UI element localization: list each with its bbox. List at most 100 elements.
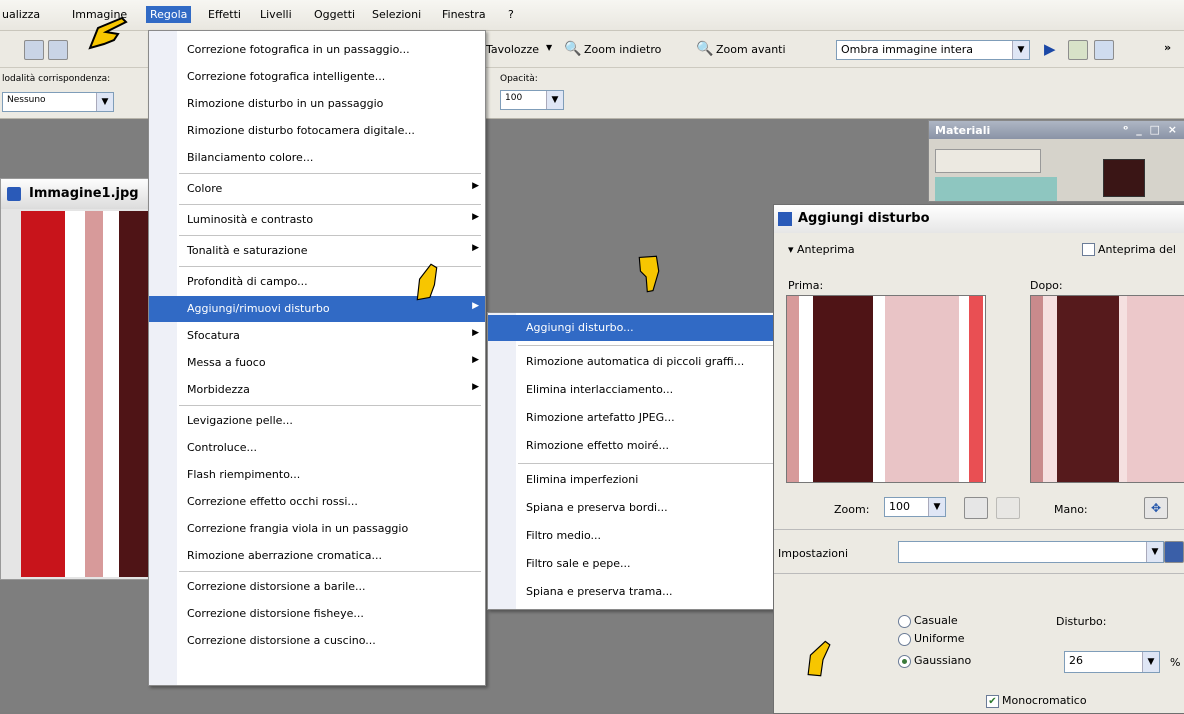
regola-menu-item[interactable]: Correzione fotografica intelligente... [149,64,485,90]
after-label: Dopo: [1030,279,1063,292]
regola-menu-item[interactable]: Correzione distorsione a cuscino... [149,628,485,654]
regola-menu-item[interactable]: Morbidezza ▶ [149,377,485,403]
materials-titlebar[interactable]: Materiali ᵒ _ □ × [929,121,1184,139]
noise-label: Disturbo: [1056,615,1107,628]
menu-item-label: Controluce... [187,441,258,454]
preview-on-image-label: Anteprima del [1098,243,1176,256]
noise-menu-item[interactable]: Spiana e preserva trama... [488,579,778,605]
menu-visualizza[interactable]: ualizza [2,8,40,21]
zoom-fit-icon[interactable] [964,497,988,519]
regola-menu-item[interactable]: Rimozione disturbo fotocamera digitale..… [149,118,485,144]
menu-item-label: Correzione effetto occhi rossi... [187,495,358,508]
materials-palette[interactable]: Materiali ᵒ _ □ × [928,120,1184,202]
after-preview[interactable] [1030,295,1184,483]
chevron-down-icon[interactable]: ▼ [546,43,552,52]
regola-menu-item[interactable]: Tonalità e saturazione ▶ [149,238,485,264]
zoom-in-button[interactable]: Zoom avanti [716,43,786,56]
dialog-title: Aggiungi disturbo [798,211,930,226]
menu-oggetti[interactable]: Oggetti [314,8,355,21]
radio-random[interactable] [898,615,911,628]
regola-menu-item[interactable]: Sfocatura ▶ [149,323,485,349]
preview-toggle[interactable]: ▾ Anteprima [788,243,855,256]
radio-gaussian[interactable] [898,655,911,668]
menu-livelli[interactable]: Livelli [260,8,292,21]
regola-menu-item[interactable]: Rimozione disturbo in un passaggio [149,91,485,117]
save-icon[interactable] [24,40,44,60]
preview-on-image-checkbox[interactable] [1082,243,1095,256]
menu-effetti[interactable]: Effetti [208,8,241,21]
zoom-out-button[interactable]: Zoom indietro [584,43,661,56]
regola-menu-item[interactable]: Correzione distorsione fisheye... [149,601,485,627]
menu-item-label: Sfocatura [187,329,240,342]
zoom-out-icon[interactable]: 🔍 [564,41,581,57]
before-preview[interactable] [786,295,986,483]
menu-item-label: Correzione fotografica in un passaggio..… [187,43,410,56]
swatch-strip[interactable] [935,177,1057,201]
radio-uniform[interactable] [898,633,911,646]
zoom-in-icon[interactable]: 🔍 [696,41,713,57]
opacity-label: Opacità: [500,74,538,84]
noise-amount-field[interactable]: 26 ▼ [1064,651,1160,673]
save-copy-icon[interactable] [48,40,68,60]
regola-menu-item[interactable]: Messa a fuoco ▶ [149,350,485,376]
noise-menu-item[interactable]: Rimozione automatica di piccoli graffi..… [488,349,778,375]
script-icon[interactable] [1068,40,1088,60]
radio-random-label: Casuale [914,614,958,627]
noise-menu-item[interactable]: Aggiungi disturbo... [488,315,778,341]
pointing-hand-icon [638,255,660,293]
noise-menu-item[interactable]: Elimina interlacciamento... [488,377,778,403]
dialog-titlebar[interactable]: Aggiungi disturbo [774,205,1184,233]
foreground-color-swatch[interactable] [1103,159,1145,197]
noise-menu-item[interactable]: Elimina imperfezioni [488,467,778,493]
menu-regola[interactable]: Regola [146,6,192,23]
regola-menu-item[interactable]: Correzione effetto occhi rossi... [149,489,485,515]
noise-menu-item[interactable]: Rimozione effetto moiré... [488,433,778,459]
match-mode-select[interactable]: Nessuno ▼ [2,92,114,112]
noise-menu-item[interactable]: Rimozione artefatto JPEG... [488,405,778,431]
menu-finestra[interactable]: Finestra [442,8,486,21]
tavolozze-button[interactable]: Tavolozze [486,43,539,56]
divider [774,529,1184,530]
menu-selezioni[interactable]: Selezioni [372,8,421,21]
submenu-arrow-icon: ▶ [472,301,479,311]
menu-bar: ualizza Immagine Regola Effetti Livelli … [0,0,1184,31]
regola-menu-item[interactable]: Controluce... [149,435,485,461]
zoom-field[interactable]: 100 ▼ [884,497,946,517]
regola-menu-item[interactable]: Flash riempimento... [149,462,485,488]
window-controls[interactable]: ᵒ _ □ × [1123,123,1179,136]
settings-select[interactable]: ▼ [898,541,1164,563]
menu-item-label: Filtro medio... [526,529,602,542]
submenu-arrow-icon: ▶ [472,212,479,222]
layout-icon[interactable] [1094,40,1114,60]
monochrome-checkbox[interactable]: ✔ [986,695,999,708]
menu-item-label: Bilanciamento colore... [187,151,314,164]
pointing-hand-icon [88,16,128,50]
regola-menu-item[interactable]: Colore ▶ [149,176,485,202]
chevron-down-icon: ▼ [1142,652,1159,672]
pan-icon[interactable]: ✥ [1144,497,1168,519]
noise-menu-item[interactable]: Filtro sale e pepe... [488,551,778,577]
regola-menu-item[interactable]: Luminosità e contrasto ▶ [149,207,485,233]
regola-menu-item[interactable]: Bilanciamento colore... [149,145,485,171]
magnifier-icon[interactable] [996,497,1020,519]
shadow-select[interactable]: Ombra immagine intera ▼ [836,40,1030,60]
submenu-arrow-icon: ▶ [472,181,479,191]
play-icon[interactable]: ▶ [1044,40,1056,58]
materials-tabs[interactable] [935,149,1041,173]
noise-menu-item[interactable]: Spiana e preserva bordi... [488,495,778,521]
opacity-field[interactable]: 100 ▼ [500,90,564,110]
regola-menu-item[interactable]: Correzione distorsione a barile... [149,574,485,600]
save-preset-icon[interactable] [1164,541,1184,563]
stripe-pink [85,211,103,577]
regola-menu-item[interactable]: Correzione fotografica in un passaggio..… [149,37,485,63]
menu-item-label: Correzione fotografica intelligente... [187,70,386,83]
menu-item-label: Filtro sale e pepe... [526,557,631,570]
noise-menu-item[interactable]: Filtro medio... [488,523,778,549]
menu-separator [179,235,481,236]
toolbar-overflow[interactable]: » [1164,41,1171,54]
regola-menu-item[interactable]: Correzione frangia viola in un passaggio [149,516,485,542]
menu-help[interactable]: ? [508,8,514,21]
regola-menu-item[interactable]: Levigazione pelle... [149,408,485,434]
pointing-hand-icon [807,640,831,677]
regola-menu-item[interactable]: Rimozione aberrazione cromatica... [149,543,485,569]
